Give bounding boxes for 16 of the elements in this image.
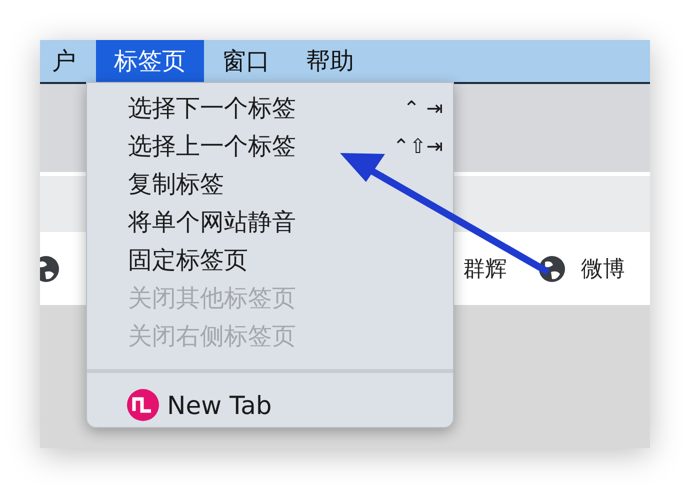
tab-menu-item[interactable]: New Tab xyxy=(87,385,453,425)
globe-icon xyxy=(537,254,567,284)
menu-bar-item[interactable]: 窗口 xyxy=(204,40,288,82)
shortcut-label: ⌃⇧⇥ xyxy=(392,134,443,158)
bookmark-label[interactable]: 微博 xyxy=(581,254,625,284)
menu-item[interactable]: 选择上一个标签 ⌃⇧⇥ xyxy=(87,127,453,165)
menu-bar-item[interactable]: 帮助 xyxy=(288,40,372,82)
menu-item[interactable]: 将单个网站静音 xyxy=(87,203,453,241)
menu-bar-item[interactable]: 标签页 xyxy=(96,40,204,82)
menu-item[interactable]: 选择下一个标签 ⌃ ⇥ xyxy=(87,89,453,127)
app-logo-icon xyxy=(127,389,159,421)
menu-item[interactable]: 固定标签页 xyxy=(87,241,453,279)
menu-item[interactable]: 复制标签 xyxy=(87,165,453,203)
shortcut-label: ⌃ ⇥ xyxy=(403,96,443,120)
bookmark-label[interactable]: 群辉 xyxy=(463,254,507,284)
menu-bar-item[interactable]: 户 xyxy=(40,40,96,82)
